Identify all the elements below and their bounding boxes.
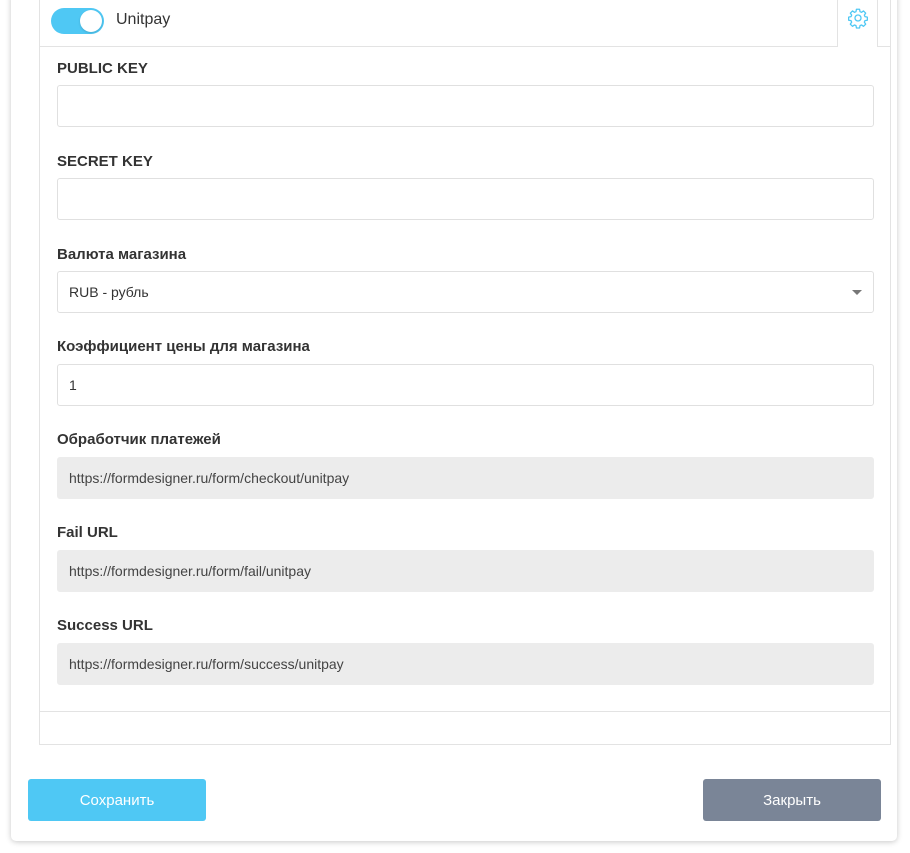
- fail-url-field[interactable]: [57, 550, 874, 592]
- public-key-label: PUBLIC KEY: [57, 60, 148, 77]
- fail-url-label: Fail URL: [57, 524, 118, 541]
- chevron-down-icon: [852, 290, 862, 295]
- price-coefficient-input[interactable]: [57, 364, 874, 406]
- success-url-field[interactable]: [57, 643, 874, 685]
- provider-enabled-toggle[interactable]: [51, 8, 104, 34]
- settings-tab[interactable]: [837, 0, 878, 47]
- payment-handler-field[interactable]: [57, 457, 874, 499]
- currency-selected-value: RUB - рубль: [69, 284, 149, 300]
- close-button[interactable]: Закрыть: [703, 779, 881, 821]
- payment-settings-modal: Unitpay PUBLIC KEY SECRET KEY Валюта маг…: [11, 0, 897, 841]
- success-url-label: Success URL: [57, 617, 153, 634]
- currency-label: Валюта магазина: [57, 246, 187, 263]
- gear-icon: [847, 8, 868, 29]
- public-key-input[interactable]: [57, 85, 874, 127]
- payment-handler-label: Обработчик платежей: [57, 431, 221, 448]
- currency-select[interactable]: RUB - рубль: [57, 271, 874, 313]
- secret-key-label: SECRET KEY: [57, 153, 153, 170]
- payment-provider-panel: Unitpay PUBLIC KEY SECRET KEY Валюта маг…: [39, 0, 891, 745]
- save-button[interactable]: Сохранить: [28, 779, 206, 821]
- toggle-knob: [80, 10, 102, 32]
- panel-header: Unitpay: [40, 0, 890, 47]
- secret-key-input[interactable]: [57, 178, 874, 220]
- panel-divider: [40, 711, 890, 712]
- provider-name: Unitpay: [116, 11, 171, 28]
- price-coefficient-label: Коэффициент цены для магазина: [57, 338, 310, 355]
